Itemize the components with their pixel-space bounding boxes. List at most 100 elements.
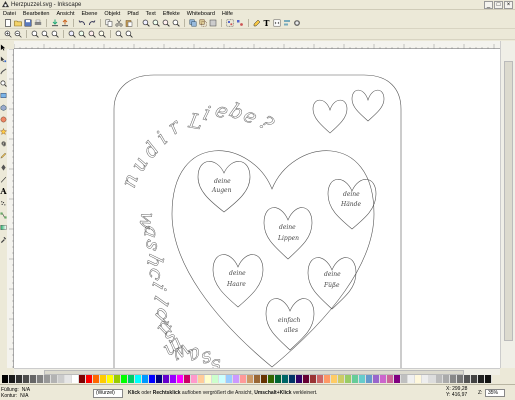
export-icon[interactable] xyxy=(60,19,69,28)
menu-bearbeiten[interactable]: Bearbeiten xyxy=(23,11,50,17)
zoom-selection-icon[interactable] xyxy=(141,19,150,28)
color-swatch[interactable] xyxy=(415,375,422,383)
zoom-page-icon[interactable] xyxy=(161,19,170,28)
color-swatch[interactable] xyxy=(37,375,44,383)
color-swatch[interactable] xyxy=(233,375,240,383)
fill-stroke-indicator[interactable]: Füllung: N/A Kontur: N/A xyxy=(1,387,41,399)
tweak-tool-icon[interactable] xyxy=(0,65,7,77)
color-swatch[interactable] xyxy=(345,375,352,383)
color-swatch[interactable] xyxy=(107,375,114,383)
paste-icon[interactable] xyxy=(124,19,133,28)
color-swatch[interactable] xyxy=(254,375,261,383)
text-font-dialog-icon[interactable]: T xyxy=(262,18,271,28)
menu-ebene[interactable]: Ebene xyxy=(82,11,98,17)
zoom-previous-icon[interactable] xyxy=(114,30,123,39)
color-swatch[interactable] xyxy=(240,375,247,383)
maximize-button[interactable]: □ xyxy=(494,1,503,9)
color-swatch[interactable] xyxy=(478,375,485,383)
zoom-next-icon[interactable] xyxy=(124,30,133,39)
zoom-out-icon[interactable] xyxy=(13,30,22,39)
color-swatch[interactable] xyxy=(128,375,135,383)
undo-icon[interactable] xyxy=(77,19,86,28)
connector-tool-icon[interactable] xyxy=(0,209,7,221)
color-swatch[interactable] xyxy=(191,375,198,383)
color-swatch[interactable] xyxy=(275,375,282,383)
layer-dropdown[interactable]: (Wurzel) xyxy=(93,389,123,398)
clone-icon[interactable] xyxy=(198,19,207,28)
save-icon[interactable] xyxy=(23,19,32,28)
color-swatch[interactable] xyxy=(30,375,37,383)
menu-effekte[interactable]: Effekte xyxy=(163,11,180,17)
vertical-scrollbar[interactable] xyxy=(500,41,515,368)
align-distribute-icon[interactable] xyxy=(282,19,291,28)
small-heart-left[interactable] xyxy=(312,99,348,134)
color-swatch[interactable] xyxy=(149,375,156,383)
calligraphy-tool-icon[interactable] xyxy=(0,173,7,185)
color-swatch[interactable] xyxy=(289,375,296,383)
color-swatch[interactable] xyxy=(443,375,450,383)
color-swatch[interactable] xyxy=(163,375,170,383)
color-swatch[interactable] xyxy=(338,375,345,383)
vertical-scroll-thumb[interactable] xyxy=(504,61,513,341)
close-button[interactable]: × xyxy=(504,1,513,9)
print-icon[interactable] xyxy=(33,19,42,28)
color-swatch[interactable] xyxy=(114,375,121,383)
color-swatch[interactable] xyxy=(72,375,79,383)
menu-whiteboard[interactable]: Whiteboard xyxy=(187,11,215,17)
small-heart-right[interactable] xyxy=(351,89,385,122)
spiral-tool-icon[interactable] xyxy=(0,137,7,149)
color-swatch[interactable] xyxy=(86,375,93,383)
zoom-tool-icon[interactable] xyxy=(0,77,7,89)
pencil-tool-icon[interactable] xyxy=(0,149,7,161)
minimize-button[interactable]: _ xyxy=(484,1,493,9)
star-tool-icon[interactable] xyxy=(0,125,7,137)
color-swatch[interactable] xyxy=(9,375,16,383)
color-swatch[interactable] xyxy=(219,375,226,383)
color-swatch[interactable] xyxy=(16,375,23,383)
color-swatch[interactable] xyxy=(100,375,107,383)
zoom-selection-2-icon[interactable] xyxy=(67,30,76,39)
color-swatch[interactable] xyxy=(156,375,163,383)
preferences-icon[interactable] xyxy=(292,19,301,28)
zoom-field[interactable]: 35% xyxy=(485,389,505,397)
color-swatch[interactable] xyxy=(366,375,373,383)
new-document-icon[interactable] xyxy=(3,19,12,28)
color-swatch[interactable] xyxy=(268,375,275,383)
color-swatch[interactable] xyxy=(170,375,177,383)
color-swatch[interactable] xyxy=(184,375,191,383)
rectangle-tool-icon[interactable] xyxy=(0,89,7,101)
zoom-page-2-icon[interactable] xyxy=(87,30,96,39)
color-swatch[interactable] xyxy=(121,375,128,383)
color-swatch[interactable] xyxy=(317,375,324,383)
color-swatch[interactable] xyxy=(331,375,338,383)
horizontal-scrollbar[interactable] xyxy=(14,368,500,375)
color-swatch[interactable] xyxy=(261,375,268,383)
cut-icon[interactable] xyxy=(114,19,123,28)
zoom-2-1-icon[interactable] xyxy=(50,30,59,39)
color-swatch[interactable] xyxy=(429,375,436,383)
color-swatch[interactable] xyxy=(65,375,72,383)
color-swatch[interactable] xyxy=(2,375,9,383)
text-tool-icon[interactable]: A xyxy=(0,185,7,197)
color-swatch[interactable] xyxy=(310,375,317,383)
heart-alles[interactable] xyxy=(265,298,315,351)
color-swatch[interactable] xyxy=(380,375,387,383)
color-swatch[interactable] xyxy=(394,375,401,383)
ellipse-tool-icon[interactable] xyxy=(0,113,7,125)
xml-editor-icon[interactable] xyxy=(272,19,281,28)
zoom-1-2-icon[interactable] xyxy=(40,30,49,39)
color-swatch[interactable] xyxy=(23,375,30,383)
color-swatch[interactable] xyxy=(135,375,142,383)
ungroup-icon[interactable] xyxy=(235,19,244,28)
color-swatch[interactable] xyxy=(464,375,471,383)
dropper-tool-icon[interactable] xyxy=(0,233,7,245)
color-swatch[interactable] xyxy=(79,375,86,383)
gradient-tool-icon[interactable] xyxy=(0,221,7,233)
node-tool-icon[interactable] xyxy=(0,53,7,65)
menu-objekt[interactable]: Objekt xyxy=(104,11,120,17)
color-swatch[interactable] xyxy=(457,375,464,383)
duplicate-icon[interactable] xyxy=(188,19,197,28)
zoom-width-icon[interactable] xyxy=(171,19,180,28)
color-swatch[interactable] xyxy=(198,375,205,383)
import-icon[interactable] xyxy=(50,19,59,28)
